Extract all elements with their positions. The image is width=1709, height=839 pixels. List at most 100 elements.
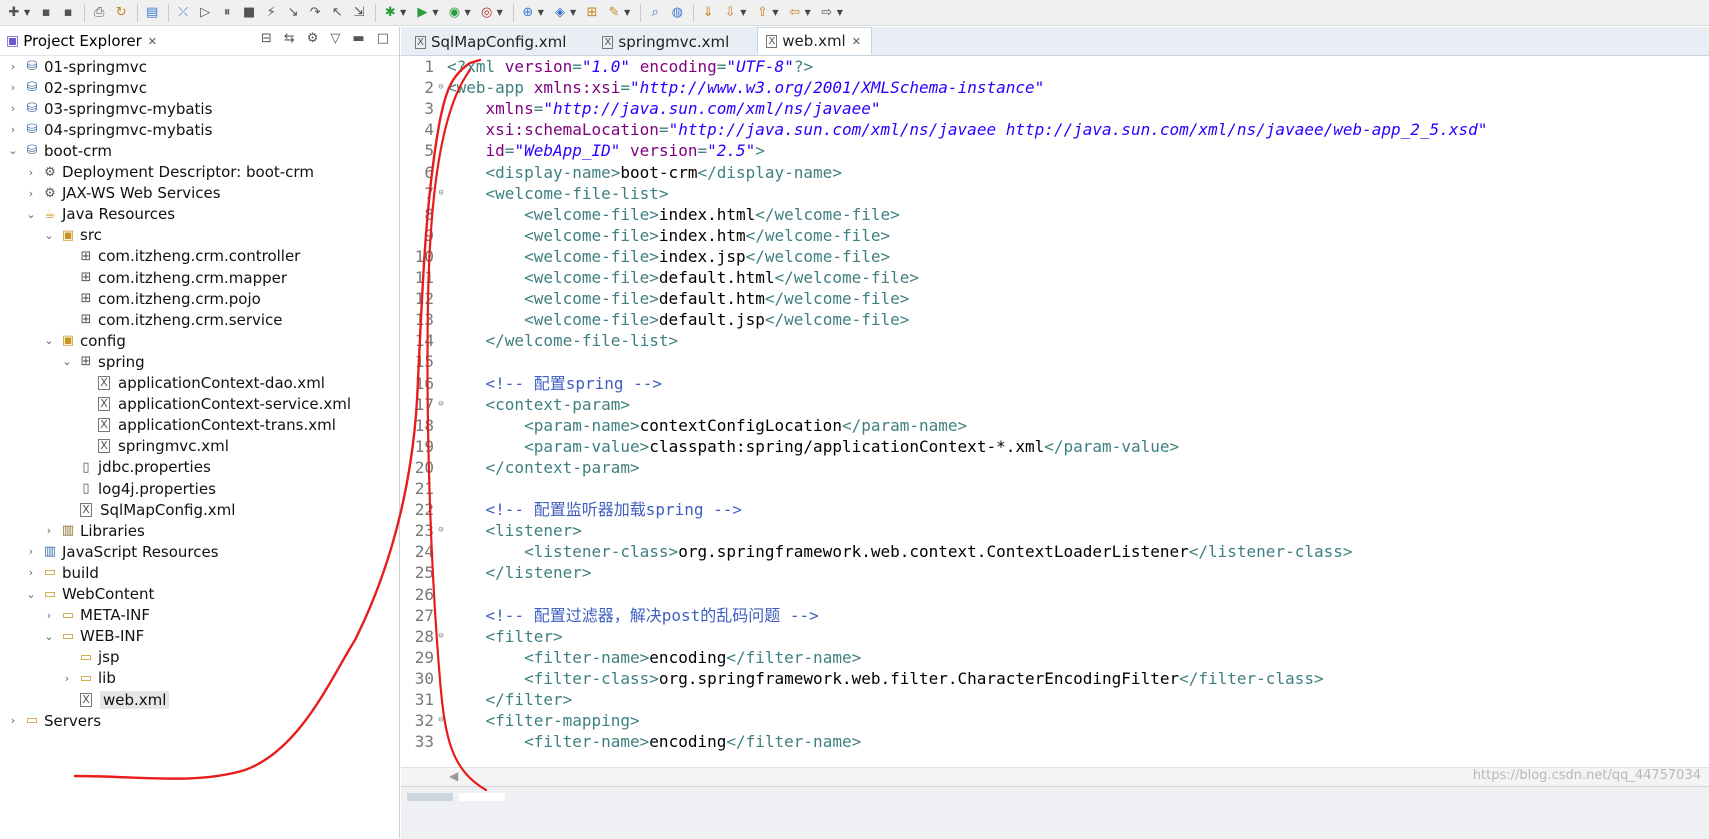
collapsed-arrow-icon[interactable]: › xyxy=(6,123,20,136)
expanded-arrow-icon[interactable]: ⌄ xyxy=(42,229,56,242)
code-line[interactable]: 17 ⊖ <context-param> xyxy=(401,394,1709,415)
close-icon[interactable]: ✕ xyxy=(148,35,157,48)
code-line[interactable]: 30 <filter-class>org.springframework.web… xyxy=(401,668,1709,689)
tree-item-libraries[interactable]: › ▥ Libraries xyxy=(42,520,145,541)
collapsed-arrow-icon[interactable]: › xyxy=(6,102,20,115)
code-line[interactable]: 12 <welcome-file>default.htm</welcome-fi… xyxy=(401,288,1709,309)
external-tools-icon[interactable]: ◎ xyxy=(477,3,497,23)
fold-toggle-icon[interactable]: ⊖ xyxy=(436,183,446,204)
fold-toggle-icon[interactable]: ⊖ xyxy=(436,394,446,415)
tree-item-02-springmvc[interactable]: › ⛁ 02-springmvc xyxy=(6,77,147,98)
tab-springmvc-xml[interactable]: Xspringmvc.xml xyxy=(594,29,739,55)
minimize-icon[interactable]: ▬ xyxy=(352,31,364,46)
code-area[interactable]: 1 <?xml version="1.0" encoding="UTF-8"?> 2… xyxy=(401,56,1709,767)
tree-item-applicationcontext-service-xml[interactable]: XapplicationContext-service.xml xyxy=(78,394,351,415)
expanded-arrow-icon[interactable]: ⌄ xyxy=(24,588,38,601)
code-line[interactable]: 32 ⊖ <filter-mapping> xyxy=(401,710,1709,731)
expanded-arrow-icon[interactable]: ⌄ xyxy=(42,630,56,643)
globe-icon[interactable]: ◍ xyxy=(667,3,687,23)
collapsed-arrow-icon[interactable]: › xyxy=(24,566,38,579)
tab-sqlmapconfig-xml[interactable]: X SqlMapConfig.xml xyxy=(407,29,576,55)
tree-item-java-resources[interactable]: ⌄ ☕ Java Resources xyxy=(24,204,175,225)
tree-item-meta-inf[interactable]: › ▭ META-INF xyxy=(42,605,150,626)
tree-item-com-itzheng-crm-controller[interactable]: ⊞ com.itzheng.crm.controller xyxy=(60,246,301,267)
tree-item-01-springmvc[interactable]: › ⛁ 01-springmvc xyxy=(6,56,147,77)
dropdown-arrow-icon[interactable]: ▼ xyxy=(464,8,470,17)
fold-toggle-icon[interactable]: ⊖ xyxy=(436,77,446,98)
dropdown-arrow-icon[interactable]: ▼ xyxy=(24,8,30,17)
resume-icon[interactable]: ▷ xyxy=(195,3,215,23)
expanded-arrow-icon[interactable]: ⌄ xyxy=(60,355,74,368)
tree-item-lib[interactable]: › ▭ lib xyxy=(60,668,116,689)
refresh-icon[interactable]: ↻ xyxy=(111,3,131,23)
expanded-arrow-icon[interactable]: ⌄ xyxy=(42,334,56,347)
open-task-icon[interactable]: ✎ xyxy=(604,3,624,23)
collapse-all-icon[interactable]: ⊟ xyxy=(261,31,272,46)
code-line[interactable]: 31 </filter> xyxy=(401,689,1709,710)
code-line[interactable]: 11 <welcome-file>default.html</welcome-f… xyxy=(401,267,1709,288)
code-line[interactable]: 1 <?xml version="1.0" encoding="UTF-8"?> xyxy=(401,56,1709,77)
disconnect-icon[interactable]: ⚡ xyxy=(261,3,281,23)
tree-item-javascript-resources[interactable]: › ▥ JavaScript Resources xyxy=(24,541,219,562)
fold-toggle-icon[interactable]: ⊖ xyxy=(436,710,446,731)
dropdown-arrow-icon[interactable]: ▼ xyxy=(837,8,843,17)
new-server-icon[interactable]: ⊕ xyxy=(518,3,538,23)
tree-item-log4j-properties[interactable]: ▯ log4j.properties xyxy=(60,478,215,499)
print-icon[interactable]: ⎙ xyxy=(89,3,109,23)
code-line[interactable]: 5 id="WebApp_ID" version="2.5"> xyxy=(401,140,1709,161)
tree-item-04-springmvc-mybatis[interactable]: › ⛁ 04-springmvc-mybatis xyxy=(6,119,213,140)
dropdown-arrow-icon[interactable]: ▼ xyxy=(570,8,576,17)
tree-item-com-itzheng-crm-service[interactable]: ⊞ com.itzheng.crm.service xyxy=(60,309,283,330)
tree-item-boot-crm[interactable]: ⌄ ⛁ boot-crm xyxy=(6,140,112,161)
tree-item-springmvc-xml[interactable]: Xspringmvc.xml xyxy=(78,436,229,457)
step-return-icon[interactable]: ↖ xyxy=(327,3,347,23)
expanded-arrow-icon[interactable]: ⌄ xyxy=(6,144,20,157)
skip-icon[interactable]: ⤫ xyxy=(173,3,193,23)
code-line[interactable]: 4 xsi:schemaLocation="http://java.sun.co… xyxy=(401,119,1709,140)
code-line[interactable]: 19 <param-value>classpath:spring/applica… xyxy=(401,436,1709,457)
save-all-icon[interactable]: ▪ xyxy=(58,3,78,23)
tree-item-jax-ws-web-services[interactable]: › ⚙ JAX-WS Web Services xyxy=(24,183,221,204)
suspend-icon[interactable]: ⏸ xyxy=(217,3,237,23)
tree-item-servers[interactable]: › ▭ Servers xyxy=(6,710,101,731)
debug-icon[interactable]: ✱ xyxy=(380,3,400,23)
code-line[interactable]: 16 <!-- 配置spring --> xyxy=(401,373,1709,394)
tree-item-jsp[interactable]: ▭ jsp xyxy=(60,647,120,668)
dropdown-arrow-icon[interactable]: ▼ xyxy=(740,8,746,17)
link-editor-icon[interactable]: ⇆ xyxy=(284,31,295,46)
tree-item-build[interactable]: › ▭ build xyxy=(24,562,99,583)
tree-item-spring[interactable]: ⌄ ⊞ spring xyxy=(60,351,144,372)
collapsed-arrow-icon[interactable]: › xyxy=(24,187,38,200)
collapsed-arrow-icon[interactable]: › xyxy=(60,672,74,685)
code-line[interactable]: 25 </listener> xyxy=(401,562,1709,583)
code-line[interactable]: 20 </context-param> xyxy=(401,457,1709,478)
dropdown-arrow-icon[interactable]: ▼ xyxy=(497,8,503,17)
project-explorer-tab[interactable]: ▣ Project Explorer ✕ ⊟ ⇆ ⚙ ▽ ▬ □ xyxy=(0,27,399,56)
fold-toggle-icon[interactable]: ⊖ xyxy=(436,520,446,541)
code-line[interactable]: 18 <param-name>contextConfigLocation</pa… xyxy=(401,415,1709,436)
code-line[interactable]: 21 xyxy=(401,478,1709,499)
dropdown-arrow-icon[interactable]: ▼ xyxy=(772,8,778,17)
code-line[interactable]: 13 <welcome-file>default.jsp</welcome-fi… xyxy=(401,309,1709,330)
collapsed-arrow-icon[interactable]: › xyxy=(6,60,20,73)
code-line[interactable]: 22 <!-- 配置监听器加载spring --> xyxy=(401,499,1709,520)
code-line[interactable]: 28 ⊖ <filter> xyxy=(401,626,1709,647)
code-line[interactable]: 6 <display-name>boot-crm</display-name> xyxy=(401,162,1709,183)
code-line[interactable]: 2 ⊖ <web-app xmlns:xsi="http://www.w3.org/… xyxy=(401,77,1709,98)
view-menu-icon[interactable]: ▽ xyxy=(330,31,340,46)
code-line[interactable]: 9 <welcome-file>index.htm</welcome-file> xyxy=(401,225,1709,246)
code-line[interactable]: 8 <welcome-file>index.html</welcome-file… xyxy=(401,204,1709,225)
tree-item-com-itzheng-crm-mapper[interactable]: ⊞ com.itzheng.crm.mapper xyxy=(60,267,287,288)
code-line[interactable]: 10 <welcome-file>index.jsp</welcome-file… xyxy=(401,246,1709,267)
scroll-left-icon[interactable]: ◀ xyxy=(449,769,458,783)
code-line[interactable]: 26 xyxy=(401,584,1709,605)
tree-item-applicationcontext-trans-xml[interactable]: XapplicationContext-trans.xml xyxy=(78,415,336,436)
tree-item-03-springmvc-mybatis[interactable]: › ⛁ 03-springmvc-mybatis xyxy=(6,98,213,119)
code-line[interactable]: 29 <filter-name>encoding</filter-name> xyxy=(401,647,1709,668)
tree-item-deployment-descriptor-boot-crm[interactable]: › ⚙ Deployment Descriptor: boot-crm xyxy=(24,162,314,183)
code-line[interactable]: 15 xyxy=(401,351,1709,372)
code-line[interactable]: 7 ⊖ <welcome-file-list> xyxy=(401,183,1709,204)
code-line[interactable]: 27 <!-- 配置过滤器，解决post的乱码问题 --> xyxy=(401,605,1709,626)
tree-item-com-itzheng-crm-pojo[interactable]: ⊞ com.itzheng.crm.pojo xyxy=(60,288,261,309)
tree-item-applicationcontext-dao-xml[interactable]: XapplicationContext-dao.xml xyxy=(78,373,325,394)
